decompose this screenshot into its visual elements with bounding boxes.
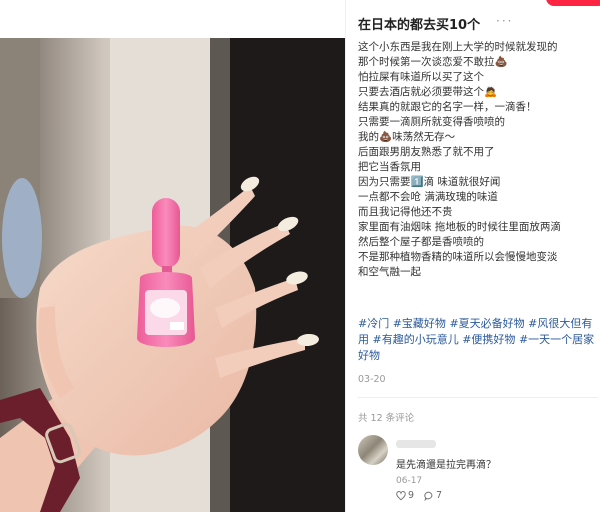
tag-link[interactable]: #冷门 (358, 317, 389, 330)
comment-text: 是先滴還是拉完再滴？ (396, 460, 496, 471)
photo-illustration (0, 38, 345, 512)
body-line: 只要去酒店就必须要带这个🙇 (358, 86, 498, 98)
comment-date: 06-17 (396, 476, 423, 486)
post-tags: #冷门 #宝藏好物 #夏天必备好物 #风很大但有用 #有趣的小玩意儿 #便携好物… (358, 316, 598, 364)
post-date: 03-20 (358, 374, 386, 385)
reply-count: 7 (436, 490, 443, 501)
like-count: 9 (408, 490, 415, 501)
body-line: 一点都不会呛 满满玫瑰的味道 (358, 191, 498, 203)
heart-icon (396, 490, 406, 501)
divider (358, 397, 598, 398)
post-title: 在日本的都去买10个 (358, 18, 481, 33)
comment-actions: 9 7 (396, 490, 442, 501)
body-line: 然后整个屋子都是香喷喷的 (358, 236, 484, 248)
tag-link[interactable]: #宝藏好物 (393, 317, 446, 330)
body-line: 因为只需要1️⃣滴 味道就很好闻 (358, 176, 501, 188)
comment-username[interactable] (396, 440, 436, 448)
more-options-icon[interactable]: ··· (496, 14, 513, 28)
body-line: 只需要一滴厕所就变得香喷喷的 (358, 116, 505, 128)
body-line: 后面跟男朋友熟悉了就不用了 (358, 146, 495, 158)
post-body: 这个小东西是我在刚上大学的时候就发现的 那个时候第一次谈恋爱不敢拉💩 怕拉屎有味… (358, 40, 594, 280)
like-button[interactable]: 9 (396, 490, 414, 501)
comment-icon (424, 491, 434, 501)
body-line: 那个时候第一次谈恋爱不敢拉💩 (358, 56, 508, 68)
body-line: 我的💩味荡然无存～ (358, 131, 456, 143)
body-line: 家里面有油烟味 拖地板的时候往里面放两滴 (358, 221, 561, 233)
body-line: 这个小东西是我在刚上大学的时候就发现的 (358, 41, 558, 53)
tag-link[interactable]: #便携好物 (462, 333, 515, 346)
tag-link[interactable]: #有趣的小玩意儿 (373, 333, 459, 346)
product-photo[interactable] (0, 38, 345, 512)
body-line: 结果真的就跟它的名字一样，一滴香！ (358, 101, 537, 113)
body-line: 而且我记得他还不贵 (358, 206, 453, 218)
avatar[interactable] (358, 435, 388, 465)
body-line: 和空气融一起 (358, 266, 421, 278)
follow-button[interactable] (546, 0, 600, 6)
body-line: 把它当香氛用 (358, 161, 421, 173)
comment-count: 共 12 条评论 (358, 413, 415, 424)
reply-button[interactable]: 7 (424, 490, 442, 501)
post-photo[interactable] (0, 0, 345, 512)
tag-link[interactable]: #夏天必备好物 (449, 317, 524, 330)
body-line: 怕拉屎有味道所以买了这个 (358, 71, 484, 83)
post-detail-panel: 在日本的都去买10个 ··· 这个小东西是我在刚上大学的时候就发现的 那个时候第… (345, 0, 600, 512)
body-line: 不是那种植物香精的味道所以会慢慢地变淡 (358, 251, 558, 263)
